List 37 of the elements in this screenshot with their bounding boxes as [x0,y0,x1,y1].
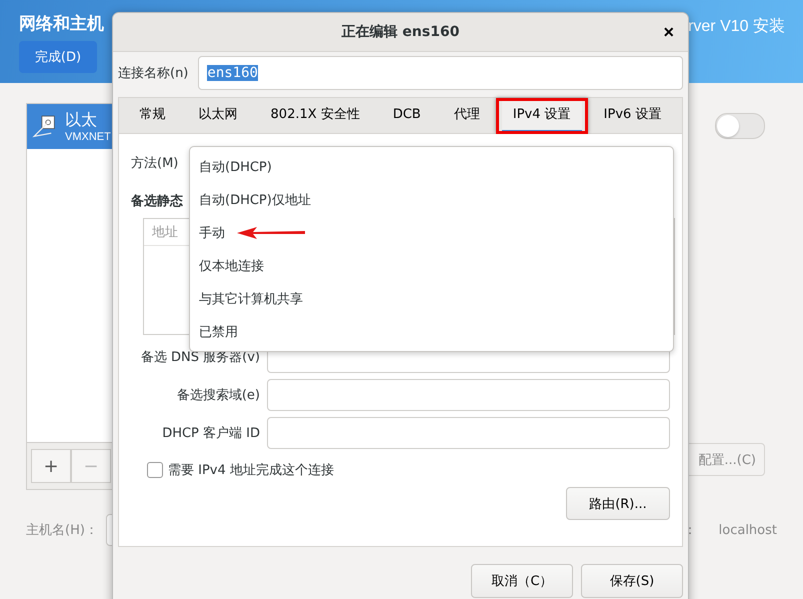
menu-item[interactable]: 自动(DHCP) [199,158,272,176]
device-name: VMXNET [65,131,111,143]
tab[interactable]: 代理 [442,98,491,133]
menu-item[interactable]: 与其它计算机共享 [199,290,303,308]
menu-item[interactable]: 手动 [199,224,225,242]
menu-item[interactable]: 自动(DHCP)仅地址 [199,190,311,208]
method-label: 方法(M) [131,155,178,173]
connection-name-field[interactable]: ens160 [198,56,683,90]
hostname-label: 主机名(H)： [26,522,98,539]
dialog-button[interactable]: 保存(S) [581,564,683,598]
menu-item[interactable]: 仅本地连接 [199,256,264,274]
field-label: DHCP 客户端 ID [161,425,260,442]
input-field[interactable] [267,379,670,411]
input-field[interactable] [267,417,670,449]
tab[interactable]: 以太网 [188,98,249,133]
tab[interactable]: 802.1X 安全性 [260,98,371,133]
current-hostname: localhost [718,522,777,538]
connection-name-label: 连接名称(n) [118,65,188,82]
close-button[interactable]: × [661,22,676,43]
add-button[interactable]: + [31,449,71,483]
connection-name: 以太 [65,110,98,131]
section-heading: 备选静态 [131,193,183,210]
current-hostname-label: ： [684,522,697,539]
dialog-title: 正在编辑 ens160 [342,23,460,41]
dialog-button[interactable]: 取消（C） [471,564,573,598]
done-button[interactable]: 完成(D) [19,41,97,73]
toggle-switch[interactable] [715,113,765,139]
tab[interactable]: IPv6 设置 [592,98,672,133]
tab[interactable]: DCB [382,98,432,133]
routes-button[interactable]: 路由(R)... [566,487,670,520]
screen-title: 网络和主机 [19,13,104,35]
checkbox[interactable] [147,462,163,478]
field-label: 备选搜索域(e) [176,387,260,404]
tab[interactable]: 常规 [128,98,176,133]
installer-title: rver V10 安装 [688,16,785,37]
menu-item[interactable]: 已禁用 [199,322,238,340]
checkbox-label: 需要 IPv4 地址完成这个连接 [168,462,334,479]
